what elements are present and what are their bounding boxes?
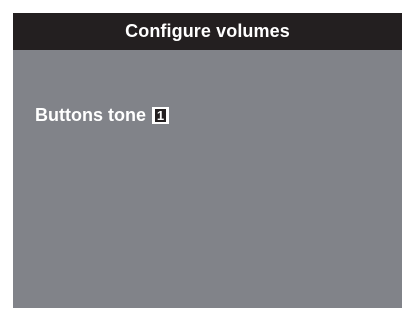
screen-title: Configure volumes <box>125 21 290 41</box>
menu-item-buttons-tone[interactable]: Buttons tone 1 <box>35 104 169 126</box>
value-indicator: 1 <box>151 106 169 124</box>
title-bar: Configure volumes <box>13 13 402 50</box>
menu-item-label: Buttons tone <box>35 104 146 125</box>
value-number: 1 <box>154 107 166 123</box>
device-screen: Configure volumes Buttons tone 1 <box>13 13 402 308</box>
